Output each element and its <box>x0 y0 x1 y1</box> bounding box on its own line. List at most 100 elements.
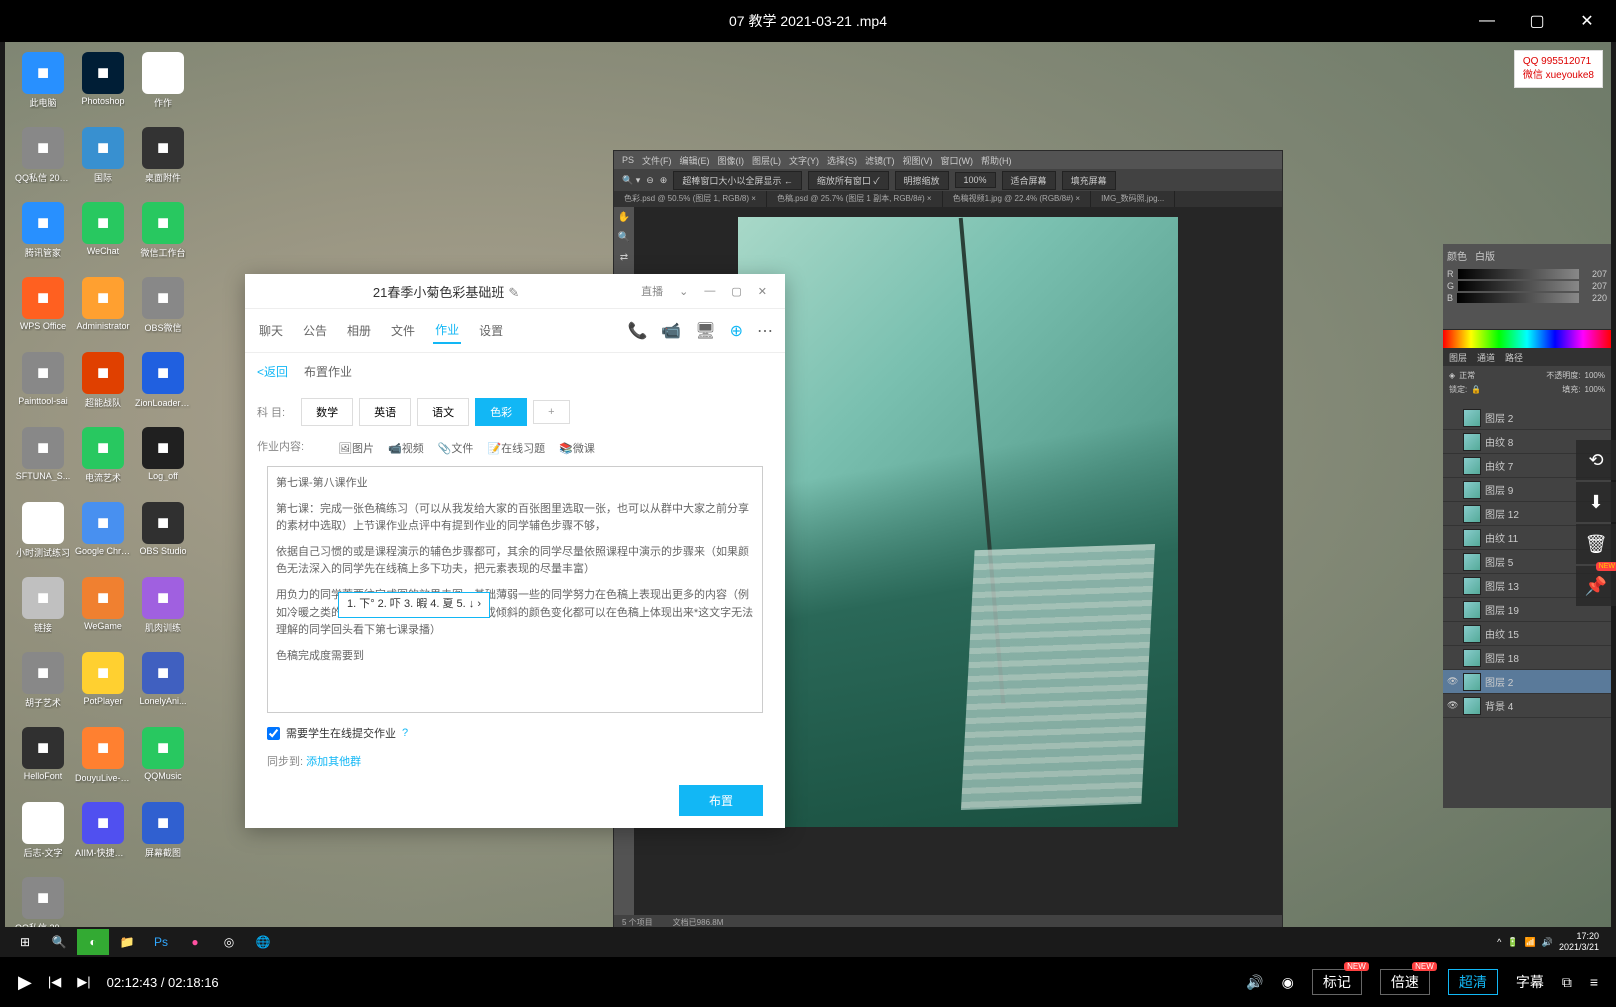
attachment-button[interactable]: 📹视频 <box>388 440 424 456</box>
desktop-icon[interactable]: ■Google Chrome <box>75 502 131 559</box>
more-icon[interactable]: ⋯ <box>757 321 773 341</box>
taskbar-app[interactable]: Ps <box>145 929 177 955</box>
ps-menubar[interactable]: PS文件(F)编辑(E)图像(I)图层(L)文字(Y)选择(S)滤镜(T)视图(… <box>614 151 1282 169</box>
ps-menu-item[interactable]: 文字(Y) <box>789 154 819 167</box>
qq-tab[interactable]: 设置 <box>477 318 505 343</box>
subtitle-button[interactable]: 字幕 <box>1516 972 1544 992</box>
help-icon[interactable]: ? <box>402 727 408 739</box>
ps-paths-tab[interactable]: 路径 <box>1505 351 1523 364</box>
ps-color-panel[interactable]: 颜色 白版 R207 G207 B220 <box>1443 244 1611 330</box>
require-online-submit-checkbox[interactable] <box>267 727 280 740</box>
qq-tab[interactable]: 相册 <box>345 318 373 343</box>
ps-menu-item[interactable]: 图层(L) <box>752 154 781 167</box>
add-icon[interactable]: ⊕ <box>730 321 743 341</box>
close-icon[interactable]: ✕ <box>752 283 773 300</box>
qq-tab[interactable]: 公告 <box>301 318 329 343</box>
pip-icon[interactable]: ⧉ <box>1562 974 1572 991</box>
desktop-icon[interactable]: ■国际 <box>75 127 131 184</box>
ps-layer-item[interactable]: 图层 2 <box>1443 406 1611 430</box>
desktop-icon[interactable]: ■作作 <box>135 52 191 109</box>
speed-button[interactable]: 倍速NEW <box>1380 969 1430 995</box>
ime-candidate-box[interactable]: 1. 下° 2. 吓 3. 暇 4. 夏 5. ↓ › <box>338 592 490 618</box>
next-button[interactable]: ▶| <box>77 974 90 990</box>
tray-icon[interactable]: 🔊 <box>1542 937 1553 948</box>
assignment-textarea[interactable]: 第七课-第八课作业 第七课：完成一张色稿练习（可以从我发给大家的百张图里选取一张… <box>267 466 763 713</box>
danmaku-toggle[interactable]: ◉ <box>1282 974 1294 991</box>
ps-layer-item[interactable]: 👁图层 2 <box>1443 670 1611 694</box>
ps-menu-item[interactable]: 图像(I) <box>718 154 745 167</box>
desktop-icon[interactable]: ■微信工作台 <box>135 202 191 259</box>
desktop-icon[interactable]: ■胡子艺术 <box>15 652 71 709</box>
delete-button[interactable]: 🗑 <box>1576 524 1616 564</box>
ps-menu-item[interactable]: 选择(S) <box>827 154 857 167</box>
attachment-button[interactable]: 📝在线习题 <box>487 440 545 456</box>
ps-option[interactable]: 100% <box>955 172 996 188</box>
share-button[interactable]: ⟲ <box>1576 440 1616 480</box>
taskbar-app[interactable]: 🌐 <box>247 929 279 955</box>
ps-layers-tab[interactable]: 图层 <box>1449 351 1467 364</box>
swap-colors-icon[interactable]: ⇄ <box>614 247 634 267</box>
ps-doc-tab[interactable]: 色稿视频1.jpg @ 22.4% (RGB/8#) × <box>943 191 1092 207</box>
tray-icon[interactable]: 📶 <box>1525 937 1536 948</box>
windows-taskbar[interactable]: ⊞ 🔍 ◐ 📁 Ps ● ◎ 🌐 ^ 🔋 📶 🔊 17:20 2021/3/21 <box>5 927 1611 957</box>
edit-icon[interactable]: ✎ <box>508 285 519 300</box>
play-button[interactable]: ▶ <box>18 972 32 993</box>
qq-tab[interactable]: 作业 <box>433 317 461 344</box>
attachment-button[interactable]: 🖼图片 <box>338 440 374 456</box>
ps-doc-tab[interactable]: 色稿.psd @ 25.7% (图层 1 副本, RGB/8#) × <box>767 191 943 207</box>
ps-layer-item[interactable]: 👁背景 4 <box>1443 694 1611 718</box>
minimize-button[interactable]: — <box>1466 5 1508 37</box>
desktop-icon[interactable]: ■SFTUNA_S... <box>15 427 71 484</box>
desktop-icon[interactable]: ■QQMusic <box>135 727 191 784</box>
video-call-icon[interactable]: 📹 <box>661 321 681 341</box>
attachment-button[interactable]: 📎文件 <box>438 440 474 456</box>
desktop-icon[interactable]: ■HelloFont <box>15 727 71 784</box>
ps-menu-item[interactable]: 编辑(E) <box>680 154 710 167</box>
quality-button[interactable]: 超清 <box>1448 969 1498 995</box>
back-link[interactable]: <返回 <box>257 363 288 380</box>
desktop-icon[interactable]: ■WeGame <box>75 577 131 634</box>
zoom-tool-icon[interactable]: 🔍 <box>614 227 634 247</box>
desktop-icon[interactable]: ■QQ私信 2021032... <box>15 127 71 184</box>
submit-button[interactable]: 布置 <box>679 785 763 816</box>
desktop-icon[interactable]: ■Painttool-sai <box>15 352 71 409</box>
minimize-icon[interactable]: — <box>698 283 721 299</box>
subject-button[interactable]: 英语 <box>359 398 411 426</box>
ps-layer-item[interactable]: 图层 18 <box>1443 646 1611 670</box>
ps-menu-item[interactable]: 文件(F) <box>642 154 672 167</box>
desktop-icon[interactable]: ■超能战队 <box>75 352 131 409</box>
desktop-icon[interactable]: ■OBS微信 <box>135 277 191 334</box>
screen-share-icon[interactable]: 🖥 <box>695 321 715 341</box>
mark-button[interactable]: 标记NEW <box>1312 969 1362 995</box>
download-button[interactable]: ⬇ <box>1576 482 1616 522</box>
taskbar-app[interactable]: 📁 <box>111 929 143 955</box>
ps-channels-tab[interactable]: 通道 <box>1477 351 1495 364</box>
volume-icon[interactable]: 🔊 <box>1246 974 1263 991</box>
maximize-icon[interactable]: ▢ <box>725 283 747 300</box>
ps-doc-tab[interactable]: IMG_数码照.jpg... <box>1091 191 1175 207</box>
subject-button[interactable]: 语文 <box>417 398 469 426</box>
desktop-icon[interactable]: ■QQ私信 2021031... <box>15 877 71 934</box>
attachment-button[interactable]: 📚微课 <box>559 440 595 456</box>
close-button[interactable]: ✕ <box>1566 5 1608 37</box>
qq-tab[interactable]: 文件 <box>389 318 417 343</box>
ps-menu-item[interactable]: 窗口(W) <box>941 154 974 167</box>
ps-menu-item[interactable]: PS <box>622 155 634 165</box>
add-group-link[interactable]: 添加其他群 <box>306 756 361 768</box>
desktop-icon[interactable]: ■腾讯管家 <box>15 202 71 259</box>
desktop-icon[interactable]: ■Administrator <box>75 277 131 334</box>
desktop-icon[interactable]: ■桌面附件 <box>135 127 191 184</box>
subject-button[interactable]: 色彩 <box>475 398 527 426</box>
desktop-icon[interactable]: ■PotPlayer <box>75 652 131 709</box>
desktop-icon[interactable]: ■此电脑 <box>15 52 71 109</box>
pin-button[interactable]: 📌NEW <box>1576 566 1616 606</box>
ps-options-bar[interactable]: 🔍 ▾⊖⊕超棒窗口大小以全屏显示 ←缩放所有窗口 ✓明擦缩放100%适合屏幕填充… <box>614 169 1282 191</box>
desktop-icon[interactable]: ■电流艺术 <box>75 427 131 484</box>
ps-option[interactable]: 适合屏幕 <box>1002 171 1056 190</box>
subject-button[interactable]: + <box>533 400 569 424</box>
ps-option[interactable]: 缩放所有窗口 ✓ <box>808 171 889 190</box>
taskbar-app[interactable]: ● <box>179 929 211 955</box>
desktop-icon[interactable]: ■WeChat <box>75 202 131 259</box>
desktop-icon[interactable]: ■AIIM-快捷方式 <box>75 802 131 859</box>
ps-option[interactable]: 超棒窗口大小以全屏显示 ← <box>673 171 802 190</box>
